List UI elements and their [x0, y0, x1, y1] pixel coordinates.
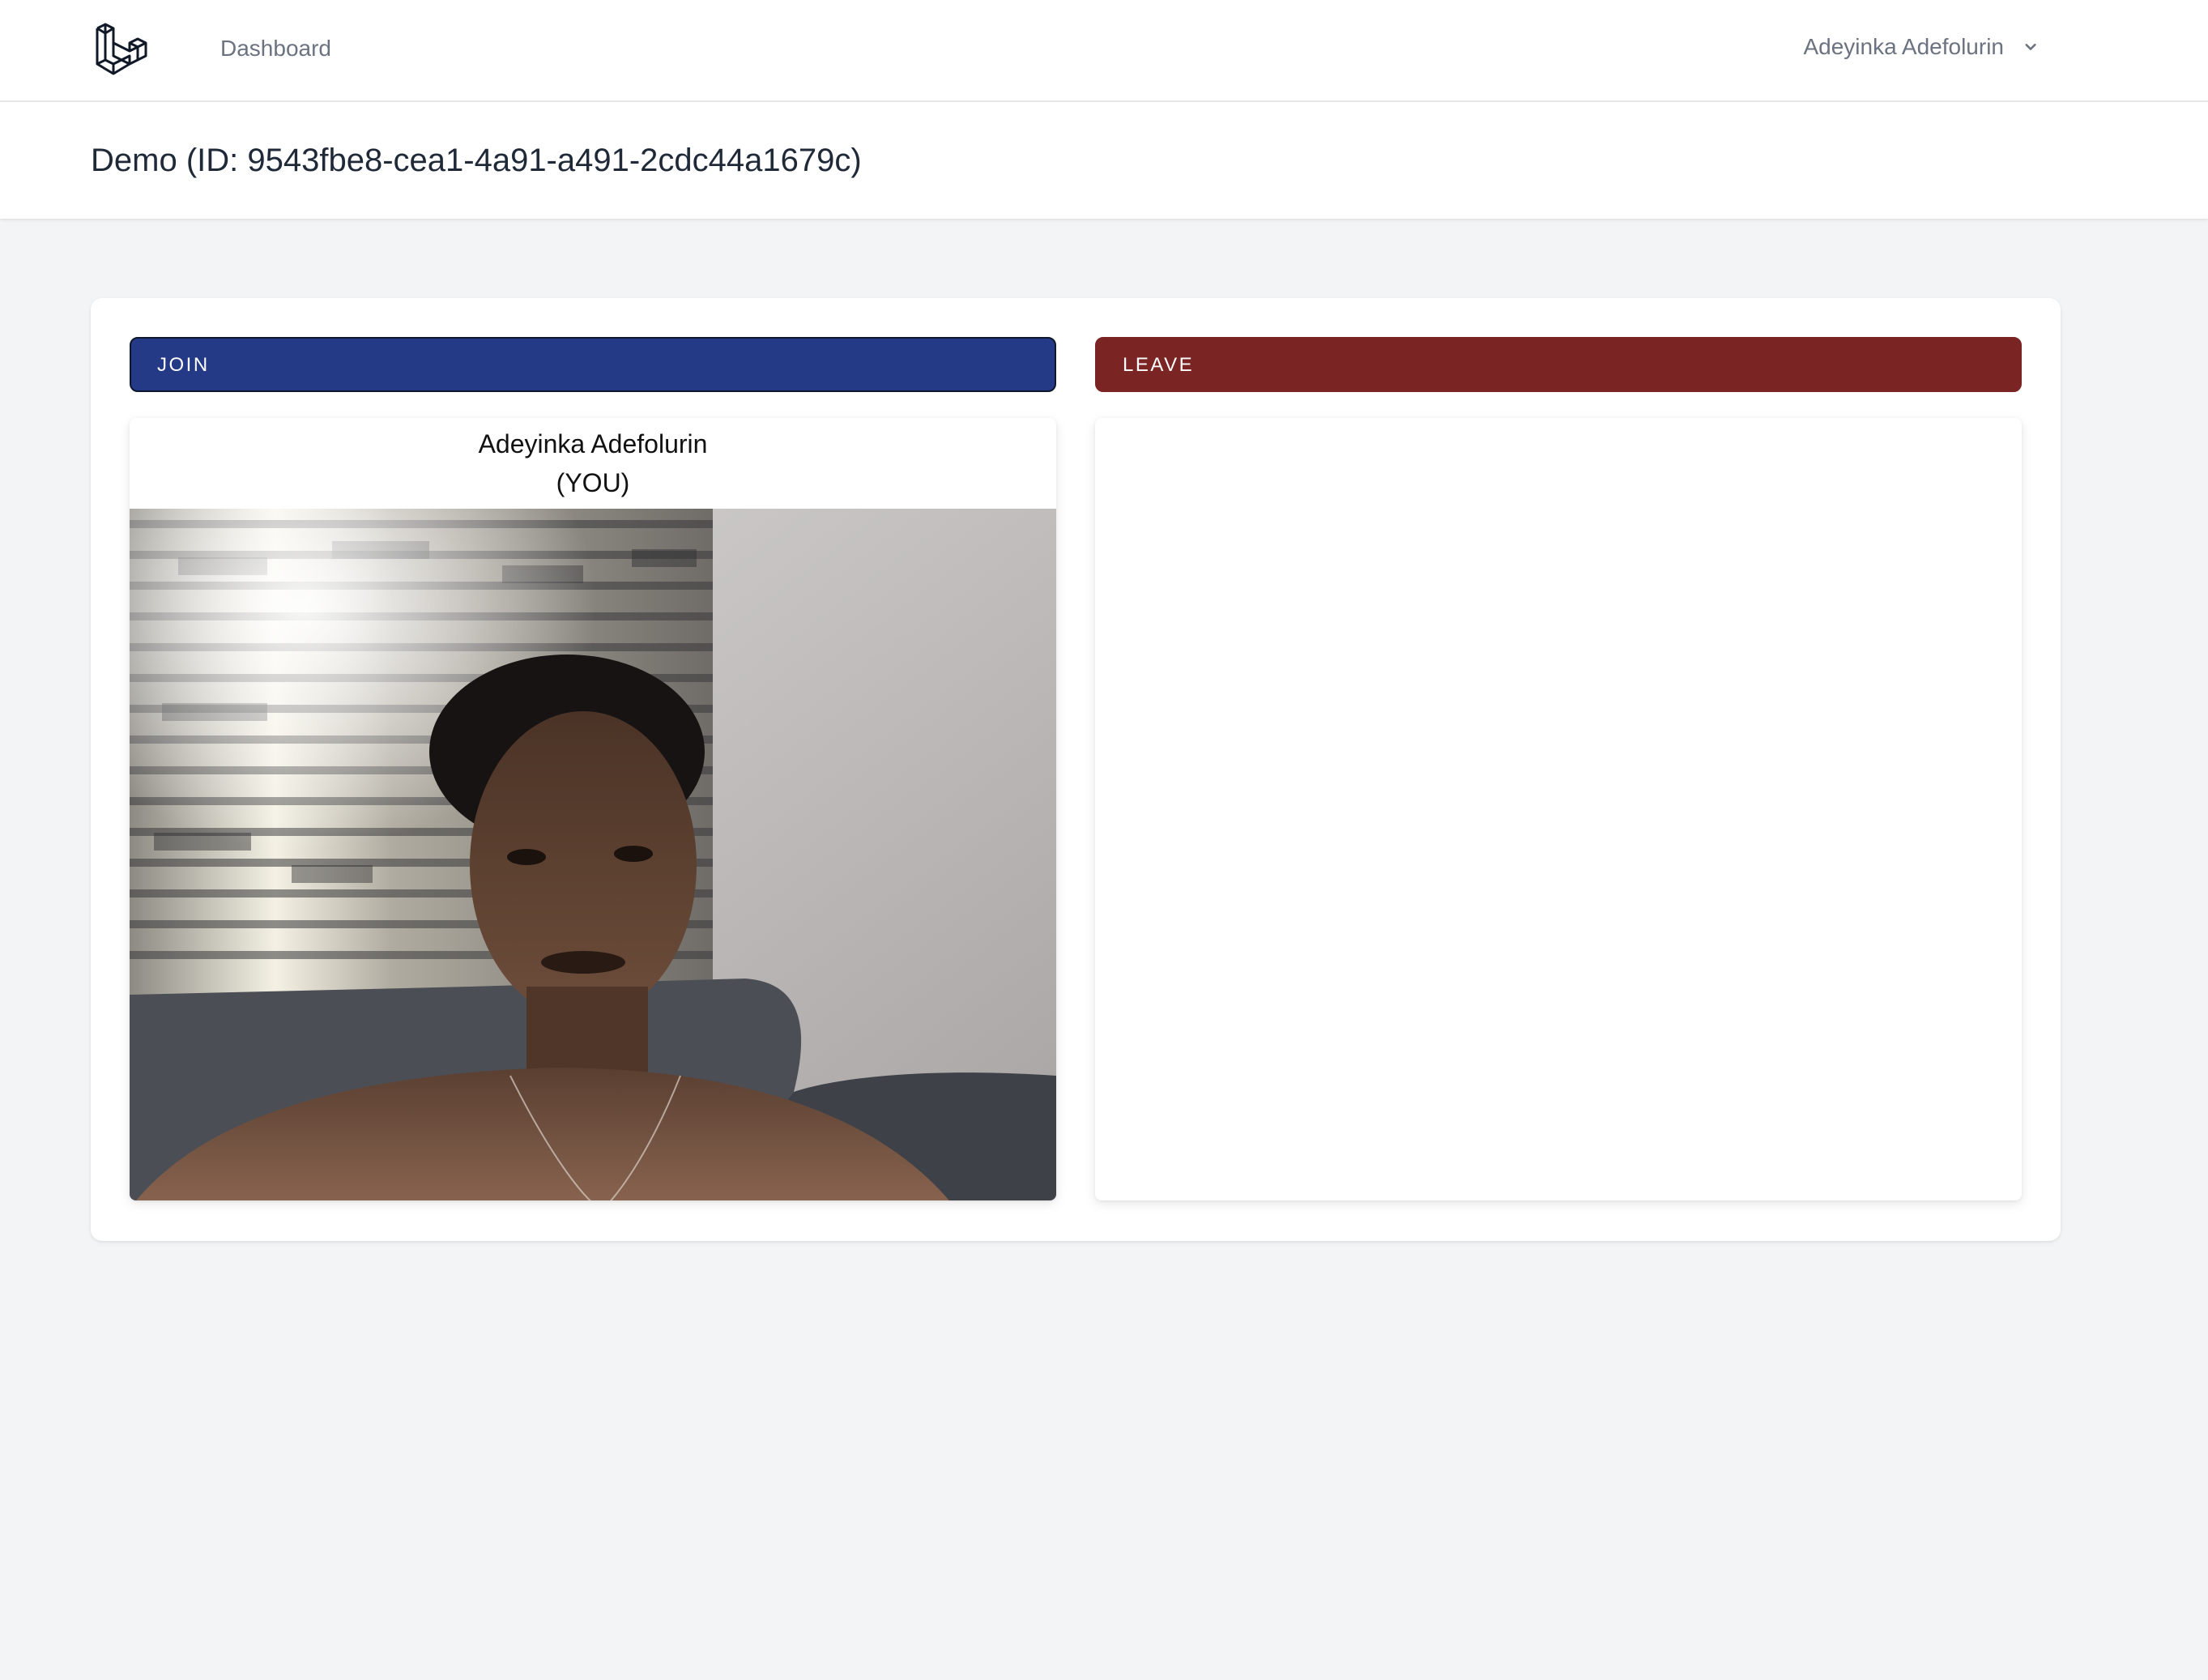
chevron-down-icon	[2025, 43, 2036, 50]
user-name: Adeyinka Adefolurin	[1803, 34, 2004, 59]
participant-name: Adeyinka Adefolurin	[478, 429, 708, 458]
nav-dashboard-link[interactable]: Dashboard	[220, 32, 331, 65]
top-navigation: Dashboard Adeyinka Adefolurin	[0, 0, 2208, 102]
participant-self-tag: (YOU)	[556, 468, 630, 497]
remote-video-tile	[1095, 418, 2022, 1200]
local-video-stream	[130, 509, 1056, 1200]
leave-button[interactable]: LEAVE	[1095, 337, 2022, 392]
local-video-tile: Adeyinka Adefolurin (YOU)	[130, 418, 1056, 1200]
laravel-logo-icon[interactable]	[92, 20, 151, 79]
page-header: Demo (ID: 9543fbe8-cea1-4a91-a491-2cdc44…	[0, 102, 2208, 219]
user-menu-dropdown[interactable]: Adeyinka Adefolurin	[1803, 31, 2041, 63]
video-call-card: JOIN LEAVE Adeyinka Adefolurin (YOU)	[91, 298, 2061, 1241]
join-button[interactable]: JOIN	[130, 337, 1056, 392]
page-title: Demo (ID: 9543fbe8-cea1-4a91-a491-2cdc44…	[91, 143, 862, 178]
